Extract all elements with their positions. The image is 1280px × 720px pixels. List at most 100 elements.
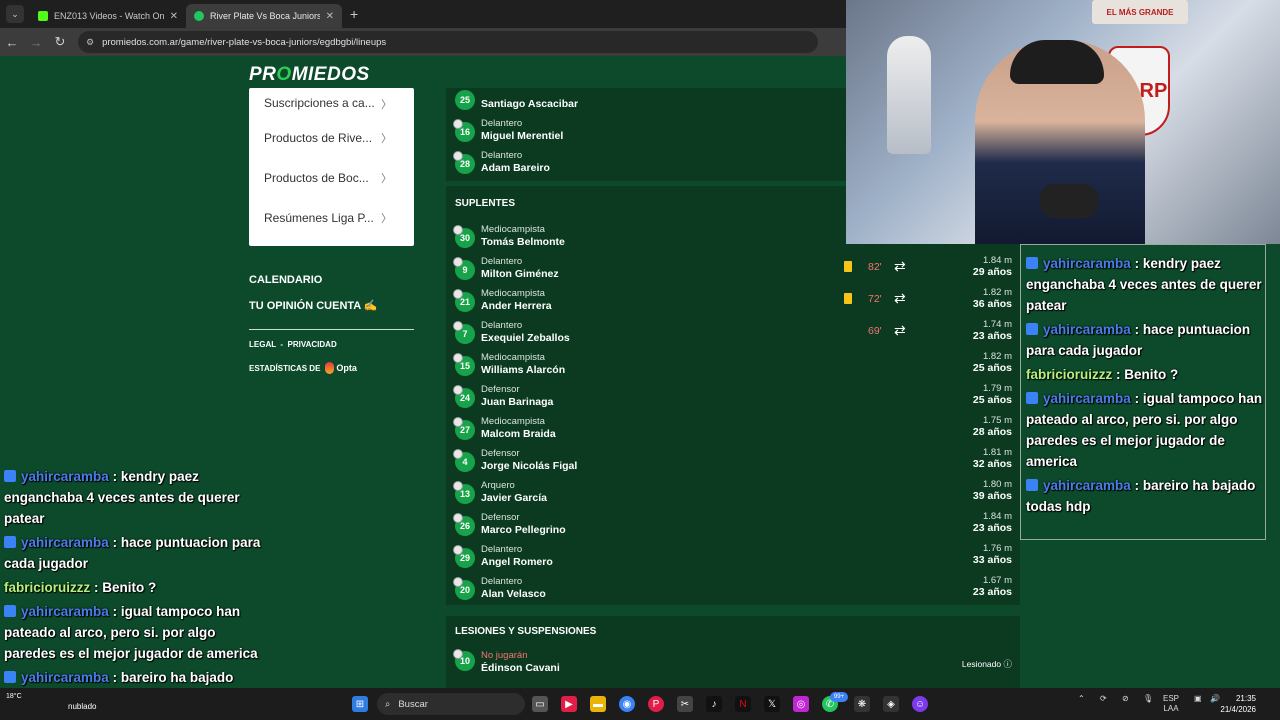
chat-username[interactable]: yahircaramba: [1043, 391, 1131, 406]
player-height: 1.84 m: [982, 511, 1012, 522]
player-height: 1.82 m: [982, 351, 1012, 362]
menu-item-resumenes[interactable]: Resúmenes Liga P... 〉: [249, 198, 414, 238]
chat-username[interactable]: yahircaramba: [21, 604, 109, 619]
player-name[interactable]: Édinson Cavani: [481, 662, 560, 674]
chrome-icon[interactable]: ◉: [619, 696, 635, 712]
calendar-link[interactable]: CALENDARIO: [249, 274, 322, 286]
player-row[interactable]: 26 Defensor Marco Pellegrino 1.84 m 23 años: [446, 508, 1020, 540]
stats-by-opta: ESTADÍSTICAS DE Opta: [249, 362, 357, 374]
task-view-icon[interactable]: ▭: [532, 696, 548, 712]
chat-message: fabricioruizzz : Benito ?: [1026, 364, 1266, 385]
player-age: 36 años: [972, 298, 1012, 310]
tab-title: ENZ013 Videos - Watch On-De: [54, 11, 164, 21]
chat-username[interactable]: yahircaramba: [21, 670, 109, 685]
player-age: 33 años: [972, 554, 1012, 566]
tab-river-boca[interactable]: River Plate Vs Boca Juniors - Al ✕: [186, 4, 342, 28]
tab-search-icon[interactable]: ⌄: [6, 5, 24, 23]
url-text: promiedos.com.ar/game/river-plate-vs-boc…: [102, 36, 387, 48]
menu-item-productos-boca[interactable]: Productos de Boc... 〉: [249, 158, 414, 198]
notification-badge: 99+: [830, 692, 848, 702]
x-twitter-icon[interactable]: 𝕏: [764, 696, 780, 712]
instagram-icon[interactable]: ◎: [793, 696, 809, 712]
player-stats: 1.84 m 29 años: [973, 255, 1012, 278]
windows-start-icon[interactable]: ⊞: [352, 696, 368, 712]
tray-mic-icon[interactable]: 🎙: [1143, 694, 1153, 704]
privacy-link[interactable]: PRIVACIDAD: [288, 340, 337, 349]
back-arrow-icon[interactable]: ←: [0, 35, 24, 50]
language-indicator[interactable]: ESP LAA: [1163, 694, 1179, 714]
player-row[interactable]: 27 Mediocampista Malcom Braida 1.75 m 28 año…: [446, 412, 1020, 444]
player-row[interactable]: 29 Delantero Angel Romero 1.76 m 33 años: [446, 540, 1020, 572]
menu-item-productos-river[interactable]: Productos de Rive... 〉: [249, 118, 414, 158]
player-age: 29 años: [972, 266, 1012, 278]
player-row[interactable]: 21 Mediocampista Ander Herrera 1.82 m 36 año…: [446, 284, 1020, 316]
chat-message: fabricioruizzz : Benito ?: [4, 577, 270, 598]
chatgpt-icon[interactable]: ❋: [854, 696, 870, 712]
app-icon[interactable]: ◈: [883, 696, 899, 712]
taskbar-search[interactable]: ⌕ Buscar: [377, 693, 525, 715]
tray-mute-icon[interactable]: ⊘: [1122, 694, 1129, 704]
player-height: 1.79 m: [982, 383, 1012, 394]
player-row[interactable]: 24 Defensor Juan Barinaga 1.79 m 25 años: [446, 380, 1020, 412]
new-tab-plus-icon[interactable]: +: [350, 6, 358, 22]
player-name: Malcom Braida: [481, 428, 556, 440]
sub-minute: 69': [868, 325, 882, 337]
player-position: Defensor: [481, 448, 520, 459]
chat-username[interactable]: yahircaramba: [21, 469, 109, 484]
tiktok-icon[interactable]: ♪: [706, 696, 722, 712]
player-row[interactable]: 15 Mediocampista Williams Alarcón 1.82 m 25 …: [446, 348, 1020, 380]
promiedos-logo[interactable]: PROMIEDOS: [249, 64, 370, 86]
chat-username[interactable]: fabricioruizzz: [1026, 367, 1112, 382]
player-row[interactable]: 7 Delantero Exequiel Zeballos 1.74 m 23 años…: [446, 316, 1020, 348]
capcut-icon[interactable]: ✂: [677, 696, 693, 712]
chat-username[interactable]: yahircaramba: [1043, 322, 1131, 337]
chat-username[interactable]: fabricioruizzz: [4, 580, 90, 595]
discord-icon[interactable]: ☺: [912, 696, 928, 712]
reload-icon[interactable]: ↻: [48, 34, 72, 50]
player-stats: 1.82 m 36 años: [973, 287, 1012, 310]
flag-icon: [453, 289, 463, 299]
file-explorer-icon[interactable]: ▬: [590, 696, 606, 712]
address-bar[interactable]: ⚙ promiedos.com.ar/game/river-plate-vs-b…: [78, 31, 818, 53]
tray-chevron-icon[interactable]: ⌃: [1078, 694, 1085, 704]
yellow-card-icon: [844, 293, 852, 304]
opta-logo[interactable]: Opta: [325, 362, 357, 374]
netflix-icon[interactable]: N: [735, 696, 751, 712]
chat-badge-icon: [4, 605, 16, 617]
player-name: Ander Herrera: [481, 300, 552, 312]
tray-sync-icon[interactable]: ⟳: [1100, 694, 1107, 704]
player-position: Defensor: [481, 512, 520, 523]
close-icon[interactable]: ✕: [326, 11, 334, 22]
player-row[interactable]: 13 Arquero Javier García 1.80 m 39 años: [446, 476, 1020, 508]
volume-icon[interactable]: 🔊: [1210, 694, 1220, 704]
tab-enz013[interactable]: ENZ013 Videos - Watch On-De ✕: [30, 4, 186, 28]
chat-overlay-left: yahircaramba : kendry paez enganchaba 4 …: [4, 466, 270, 712]
player-row[interactable]: 9 Delantero Milton Giménez 1.84 m 29 años 82'…: [446, 252, 1020, 284]
legal-link[interactable]: LEGAL: [249, 340, 276, 349]
player-row[interactable]: 4 Defensor Jorge Nicolás Figal 1.81 m 32 año…: [446, 444, 1020, 476]
player-age: 32 años: [972, 458, 1012, 470]
injuries-header: LESIONES Y SUSPENSIONES: [446, 616, 1020, 646]
youtube-icon[interactable]: ▶: [561, 696, 577, 712]
chat-username[interactable]: yahircaramba: [1043, 478, 1131, 493]
menu-item-suscripciones[interactable]: Suscripciones a ca... 〉: [249, 88, 414, 118]
network-icon[interactable]: ▣: [1194, 694, 1202, 704]
promiedos-favicon-icon: [194, 11, 204, 21]
chat-username[interactable]: yahircaramba: [1043, 256, 1131, 271]
weather-widget[interactable]: 18°C nublado: [6, 692, 96, 712]
forward-arrow-icon[interactable]: →: [24, 35, 48, 50]
flag-icon: [453, 545, 463, 555]
player-row[interactable]: 20 Delantero Alan Velasco 1.67 m 23 años: [446, 572, 1020, 604]
flag-icon: [453, 577, 463, 587]
pinterest-icon[interactable]: P: [648, 696, 664, 712]
site-info-icon[interactable]: ⚙: [86, 37, 94, 48]
info-icon[interactable]: ⓘ: [1003, 659, 1012, 669]
player-position: Mediocampista: [481, 288, 545, 299]
taskbar-clock[interactable]: 21:35 21/4/2026: [1220, 693, 1256, 715]
windows-taskbar: 18°C nublado ⊞ ⌕ Buscar ▭ ▶ ▬ ◉ P ✂ ♪ N …: [0, 688, 1280, 720]
chat-username[interactable]: yahircaramba: [21, 535, 109, 550]
close-icon[interactable]: ✕: [170, 11, 178, 22]
chat-badge-icon: [1026, 323, 1038, 335]
opinion-link[interactable]: TU OPINIÓN CUENTA ✍: [249, 299, 378, 312]
player-age: 23 años: [972, 330, 1012, 342]
